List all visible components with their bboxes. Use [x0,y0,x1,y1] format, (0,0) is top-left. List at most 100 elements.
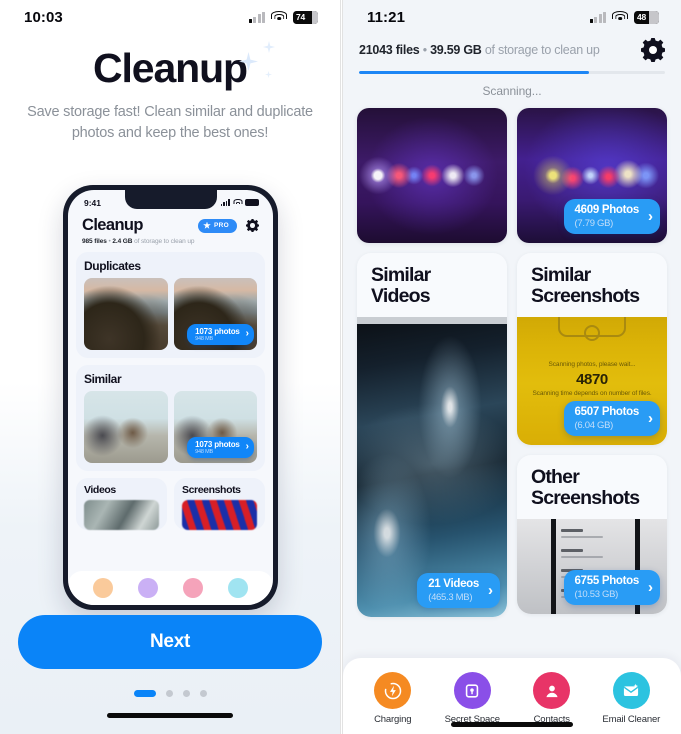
chevron-right-icon: › [488,582,493,600]
hero-subtitle: Save storage fast! Clean similar and dup… [27,104,313,141]
screenshots-badge[interactable]: 6507 Photos (6.04 GB) › [563,401,660,437]
card-other-screenshots[interactable]: Other Screenshots 6755 Photos (10.53 GB) … [517,455,667,615]
mockup-section-similar[interactable]: Similar 1073 photos 948 MB › [76,365,265,471]
section-title: Videos [84,484,116,496]
scan-progress-fill [359,71,589,74]
battery-icon: 74 [293,10,318,24]
chevron-right-icon: › [648,579,653,597]
card-title: Similar Videos [371,264,431,308]
phone-mockup: 9:41 Cleanup PRO 985 files • 2.4 GB of s… [63,185,278,610]
mockup-tab-bar [68,571,273,605]
overlay-line-2: Scanning time depends on number of files… [532,390,652,398]
scan-content: 4609 Photos (7.79 GB) › Similar Videos 21… [343,98,681,618]
vault-lock-icon [453,672,491,709]
badge-size: 948 MB [195,335,213,342]
section-title: Screenshots [182,484,241,496]
pro-badge-label: PRO [214,222,229,229]
badge-size: (7.79 GB) [574,217,614,229]
status-clock: 10:03 [24,8,63,26]
pro-badge[interactable]: PRO [198,218,237,233]
charging-bolt-icon[interactable] [92,578,113,598]
vault-lock-icon[interactable] [137,578,158,598]
scanning-panel: 11:21 48 21043 files • 39.59 GB of stora… [343,0,681,734]
mockup-section-screenshots[interactable]: Screenshots [174,478,265,530]
status-indicators: 48 [589,10,659,24]
mockup-app-title: Cleanup [82,216,143,234]
summary-sep: • [419,43,431,57]
chevron-right-icon: › [648,410,653,428]
contact-person-icon[interactable] [183,578,204,598]
other-screenshot-thumbnail: 6755 Photos (10.53 GB) › [517,519,667,615]
next-button[interactable]: Next [18,615,322,669]
wifi-icon [612,11,628,23]
mockup-section-videos[interactable]: Videos [76,478,167,530]
page-dot-active[interactable] [133,690,156,697]
badge-size: (465.3 MB) [428,591,473,603]
phone-outline-icon [558,317,626,338]
onboarding-panel: 10:03 74 Cleanup Save storage fast! Clea… [0,0,340,734]
phone-notch [124,190,217,209]
badge-count: 21 Videos (465.3 MB) [428,578,479,603]
tab-charging[interactable]: Charging [353,672,433,725]
status-bar-left: 10:03 74 [0,0,340,34]
section-title: Similar [84,372,122,386]
photo-thumbnail[interactable] [357,108,507,243]
screenshot-thumbnail: Scanning photos, please wait... 4870 Sca… [517,317,667,446]
mockup-clock: 9:41 [84,197,102,208]
page-indicator[interactable] [18,690,322,697]
gear-icon[interactable] [246,219,259,232]
page-title: Cleanup [92,45,248,91]
page-dot[interactable] [182,690,190,697]
photos-badge[interactable]: 4609 Photos (7.79 GB) › [563,199,660,234]
wifi-icon [233,199,242,206]
summary-size: 39.59 GB [430,43,482,57]
summary-files: 21043 files [359,43,420,57]
photo-thumbnail[interactable]: 4609 Photos (7.79 GB) › [517,108,667,243]
page-dot[interactable] [199,690,207,697]
charging-bolt-icon [374,672,412,709]
card-title: Similar Screenshots [531,264,640,308]
section-badge[interactable]: 1073 photos 948 MB › [187,323,254,345]
videos-badge[interactable]: 21 Videos (465.3 MB) › [417,573,500,609]
mockup-section-duplicates[interactable]: Duplicates 1073 photos 948 MB › [76,252,265,358]
summary-tail: of storage to clean up [481,43,600,57]
overlay-count: 4870 [576,371,608,389]
tab-label: Charging [374,714,412,725]
badge-count: 4609 Photos (7.79 GB) [574,204,640,229]
badge-count: 6755 Photos (10.53 GB) [574,575,640,600]
mockup-summary-tail: of storage to clean up [132,238,195,245]
star-icon [203,221,211,229]
storage-summary: 21043 files • 39.59 GB of storage to cle… [359,43,600,57]
status-bar-right: 11:21 48 [343,0,681,34]
other-screenshots-badge[interactable]: 6755 Photos (10.53 GB) › [563,570,660,606]
card-similar-videos[interactable]: Similar Videos 21 Videos (465.3 MB) › [357,253,507,618]
category-cards: Similar Videos 21 Videos (465.3 MB) › Sim… [357,253,667,618]
card-similar-screenshots[interactable]: Similar Screenshots Scanning photos, ple… [517,253,667,446]
thumbnail [84,391,168,463]
tab-email-cleaner[interactable]: Email Cleaner [592,672,672,725]
mockup-summary: 985 files • 2.4 GB of storage to clean u… [68,235,273,245]
video-thumbnail: 21 Videos (465.3 MB) › [357,317,507,618]
wifi-icon [271,11,287,23]
envelope-icon[interactable] [228,578,249,598]
scan-progress-bar [359,71,665,74]
envelope-icon [612,672,650,709]
cellular-icon [589,11,606,23]
chevron-right-icon: › [245,441,249,453]
thumbnail [84,500,159,530]
cellular-icon [248,11,265,23]
tab-contacts[interactable]: Contacts [512,672,592,725]
mockup-header: Cleanup PRO [68,212,273,235]
home-indicator [451,722,573,727]
gear-icon[interactable] [641,38,665,62]
overlay-line-1: Scanning photos, please wait... [548,361,636,369]
page-dot[interactable] [165,690,173,697]
card-title: Other Screenshots [531,466,640,510]
badge-count: 1073 photos 948 MB [195,439,240,455]
mockup-summary-files: 985 files [82,238,107,245]
tab-secret-space[interactable]: Secret Space [433,672,513,725]
section-badge[interactable]: 1073 photos 948 MB › [187,436,254,458]
chevron-right-icon: › [648,208,653,226]
battery-icon [245,199,259,206]
thumbnail [84,278,168,350]
